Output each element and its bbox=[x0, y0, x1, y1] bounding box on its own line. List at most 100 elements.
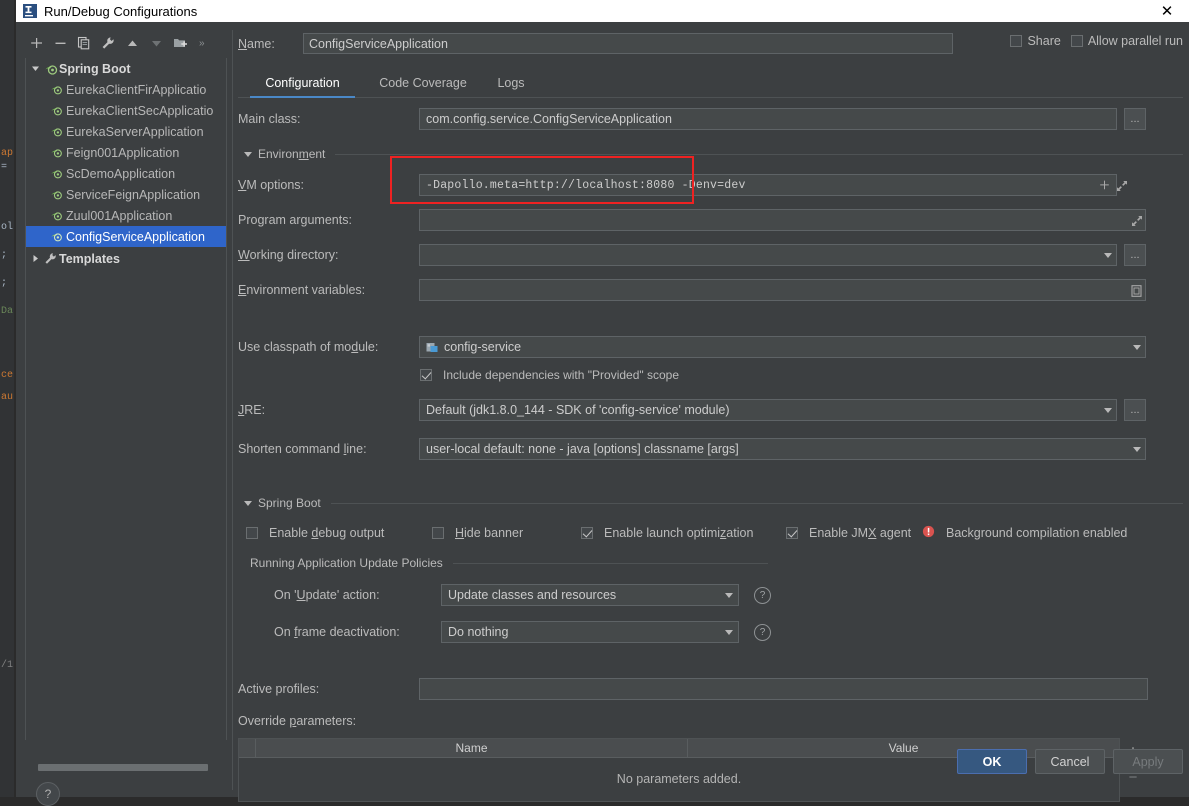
chevron-down-icon[interactable] bbox=[244, 500, 252, 506]
move-up-icon[interactable] bbox=[121, 32, 143, 54]
vm-options-row: VM options: -Dapollo.meta=http://localho… bbox=[238, 156, 1183, 204]
tree-item-label: Zuul001Application bbox=[66, 208, 173, 223]
apply-button[interactable]: Apply bbox=[1113, 749, 1183, 774]
jre-dropdown-icon[interactable] bbox=[1098, 400, 1117, 420]
tree-horizontal-scrollbar[interactable] bbox=[38, 763, 224, 772]
shorten-command-line-label: Shorten command line: bbox=[238, 442, 367, 456]
active-profiles-input[interactable] bbox=[419, 678, 1148, 700]
share-checkbox[interactable]: Share bbox=[1010, 34, 1061, 48]
ok-button[interactable]: OK bbox=[957, 749, 1027, 774]
tree-item-eureka-client-fir[interactable]: EurekaClientFirApplicatio bbox=[26, 79, 226, 100]
environment-variables-input[interactable] bbox=[419, 279, 1146, 301]
tree-item-label: EurekaClientFirApplicatio bbox=[66, 82, 207, 97]
new-folder-icon[interactable] bbox=[169, 32, 191, 54]
vm-options-label: VM options: bbox=[238, 178, 305, 192]
update-policies-section-header: Running Application Update Policies bbox=[238, 553, 768, 573]
on-frame-deactivation-combo[interactable]: Do nothing bbox=[441, 621, 739, 643]
name-label: Name: bbox=[238, 37, 275, 51]
add-macro-icon[interactable] bbox=[1098, 179, 1111, 192]
hide-banner-checkbox[interactable]: Hide banner bbox=[432, 526, 523, 540]
enable-jmx-agent-checkbox[interactable]: Enable JMX agent bbox=[786, 526, 911, 540]
include-provided-checkbox[interactable]: Include dependencies with "Provided" sco… bbox=[420, 368, 679, 382]
tab-logs[interactable]: Logs bbox=[486, 70, 536, 96]
shorten-command-line-dropdown-icon[interactable] bbox=[1127, 439, 1146, 459]
name-row: Name: ConfigServiceApplication Share All… bbox=[238, 30, 1183, 58]
main-class-row: Main class: com.config.service.ConfigSer… bbox=[238, 105, 1183, 136]
use-classpath-dropdown-icon[interactable] bbox=[1127, 337, 1146, 357]
chevron-down-icon[interactable] bbox=[244, 151, 252, 157]
scrollbar-thumb[interactable] bbox=[38, 764, 208, 771]
tree-item-zuul001[interactable]: Zuul001Application bbox=[26, 205, 226, 226]
tab-configuration[interactable]: Configuration bbox=[250, 70, 355, 98]
tree-group-label: Templates bbox=[59, 251, 120, 266]
edit-templates-wrench-icon[interactable] bbox=[97, 32, 119, 54]
vm-options-input[interactable]: -Dapollo.meta=http://localhost:8080 -Den… bbox=[419, 174, 1117, 196]
edit-env-variables-icon[interactable] bbox=[1130, 284, 1143, 297]
spring-boot-icon bbox=[48, 230, 65, 243]
shorten-command-line-combo[interactable]: user-local default: none - java [options… bbox=[419, 438, 1146, 460]
section-divider bbox=[452, 562, 768, 564]
checkbox-box[interactable] bbox=[432, 527, 444, 539]
chevron-right-icon[interactable] bbox=[28, 254, 42, 263]
environment-section-header[interactable]: Environment bbox=[238, 143, 1183, 165]
use-classpath-of-module-label: Use classpath of module: bbox=[238, 340, 379, 354]
tree-group-templates[interactable]: Templates bbox=[26, 248, 226, 269]
name-input[interactable]: ConfigServiceApplication bbox=[303, 33, 953, 54]
working-directory-dropdown-icon[interactable] bbox=[1098, 245, 1117, 265]
override-parameters-label: Override parameters: bbox=[238, 714, 357, 728]
tree-item-service-feign[interactable]: ServiceFeignApplication bbox=[26, 184, 226, 205]
on-frame-deactivation-label: On frame deactivation: bbox=[274, 625, 400, 639]
help-button[interactable]: ? bbox=[36, 782, 60, 806]
spring-boot-icon bbox=[48, 125, 65, 138]
on-update-action-help-icon[interactable]: ? bbox=[754, 587, 771, 604]
main-class-input[interactable]: com.config.service.ConfigServiceApplicat… bbox=[419, 108, 1117, 130]
tree-item-label: EurekaClientSecApplicatio bbox=[66, 103, 214, 118]
expand-editor-icon[interactable] bbox=[1115, 179, 1128, 192]
checkbox-box[interactable] bbox=[1070, 35, 1083, 47]
main-class-browse-button[interactable]: ... bbox=[1124, 108, 1146, 130]
move-down-icon[interactable] bbox=[145, 32, 167, 54]
working-directory-input[interactable] bbox=[419, 244, 1117, 266]
more-options-icon[interactable]: » bbox=[193, 32, 215, 54]
expand-editor-icon[interactable] bbox=[1130, 214, 1143, 227]
checkbox-box[interactable] bbox=[420, 369, 432, 381]
tree-item-feign001[interactable]: Feign001Application bbox=[26, 142, 226, 163]
configuration-tabs: Configuration Code Coverage Logs bbox=[238, 70, 1183, 98]
chevron-down-icon[interactable] bbox=[28, 64, 42, 73]
checkbox-box[interactable] bbox=[246, 527, 258, 539]
jre-combo[interactable]: Default (jdk1.8.0_144 - SDK of 'config-s… bbox=[419, 399, 1117, 421]
checkbox-box[interactable] bbox=[1010, 35, 1023, 47]
jre-browse-button[interactable]: ... bbox=[1124, 399, 1146, 421]
panel-splitter[interactable] bbox=[232, 30, 233, 790]
environment-variables-row: Environment variables: bbox=[238, 276, 1183, 307]
on-update-action-dropdown-icon[interactable] bbox=[719, 585, 738, 605]
tree-group-spring-boot[interactable]: Spring Boot bbox=[26, 58, 226, 79]
allow-parallel-run-checkbox[interactable]: Allow parallel run bbox=[1070, 34, 1183, 48]
working-directory-browse-button[interactable]: ... bbox=[1124, 244, 1146, 266]
enable-launch-optimization-checkbox[interactable]: Enable launch optimization bbox=[581, 526, 753, 540]
cancel-button[interactable]: Cancel bbox=[1035, 749, 1105, 774]
close-icon[interactable]: ✕ bbox=[1145, 0, 1189, 22]
tree-item-eureka-client-sec[interactable]: EurekaClientSecApplicatio bbox=[26, 100, 226, 121]
add-configuration-icon[interactable] bbox=[25, 32, 47, 54]
program-arguments-input[interactable] bbox=[419, 209, 1146, 231]
tree-item-config-service[interactable]: ConfigServiceApplication bbox=[26, 226, 226, 247]
checkbox-box[interactable] bbox=[581, 527, 593, 539]
update-policies-label: Running Application Update Policies bbox=[250, 556, 443, 570]
checkbox-box[interactable] bbox=[786, 527, 798, 539]
configurations-tree[interactable]: Spring Boot EurekaClientFirApplicatio Eu… bbox=[25, 58, 227, 740]
tree-item-eureka-server[interactable]: EurekaServerApplication bbox=[26, 121, 226, 142]
tab-code-coverage[interactable]: Code Coverage bbox=[368, 70, 478, 96]
include-provided-label: Include dependencies with "Provided" sco… bbox=[443, 368, 680, 382]
dialog-title: Run/Debug Configurations bbox=[44, 3, 198, 19]
tree-item-scdemo[interactable]: ScDemoApplication bbox=[26, 163, 226, 184]
remove-configuration-icon[interactable] bbox=[49, 32, 71, 54]
on-update-action-combo[interactable]: Update classes and resources bbox=[441, 584, 739, 606]
spring-boot-section-header[interactable]: Spring Boot bbox=[238, 492, 1183, 514]
enable-debug-output-checkbox[interactable]: Enable debug output bbox=[246, 526, 384, 540]
on-frame-deactivation-dropdown-icon[interactable] bbox=[719, 622, 738, 642]
use-classpath-of-module-combo[interactable]: config-service bbox=[419, 336, 1146, 358]
dialog-button-row: OK Cancel Apply bbox=[238, 749, 1183, 779]
copy-configuration-icon[interactable] bbox=[73, 32, 95, 54]
on-frame-deactivation-help-icon[interactable]: ? bbox=[754, 624, 771, 641]
